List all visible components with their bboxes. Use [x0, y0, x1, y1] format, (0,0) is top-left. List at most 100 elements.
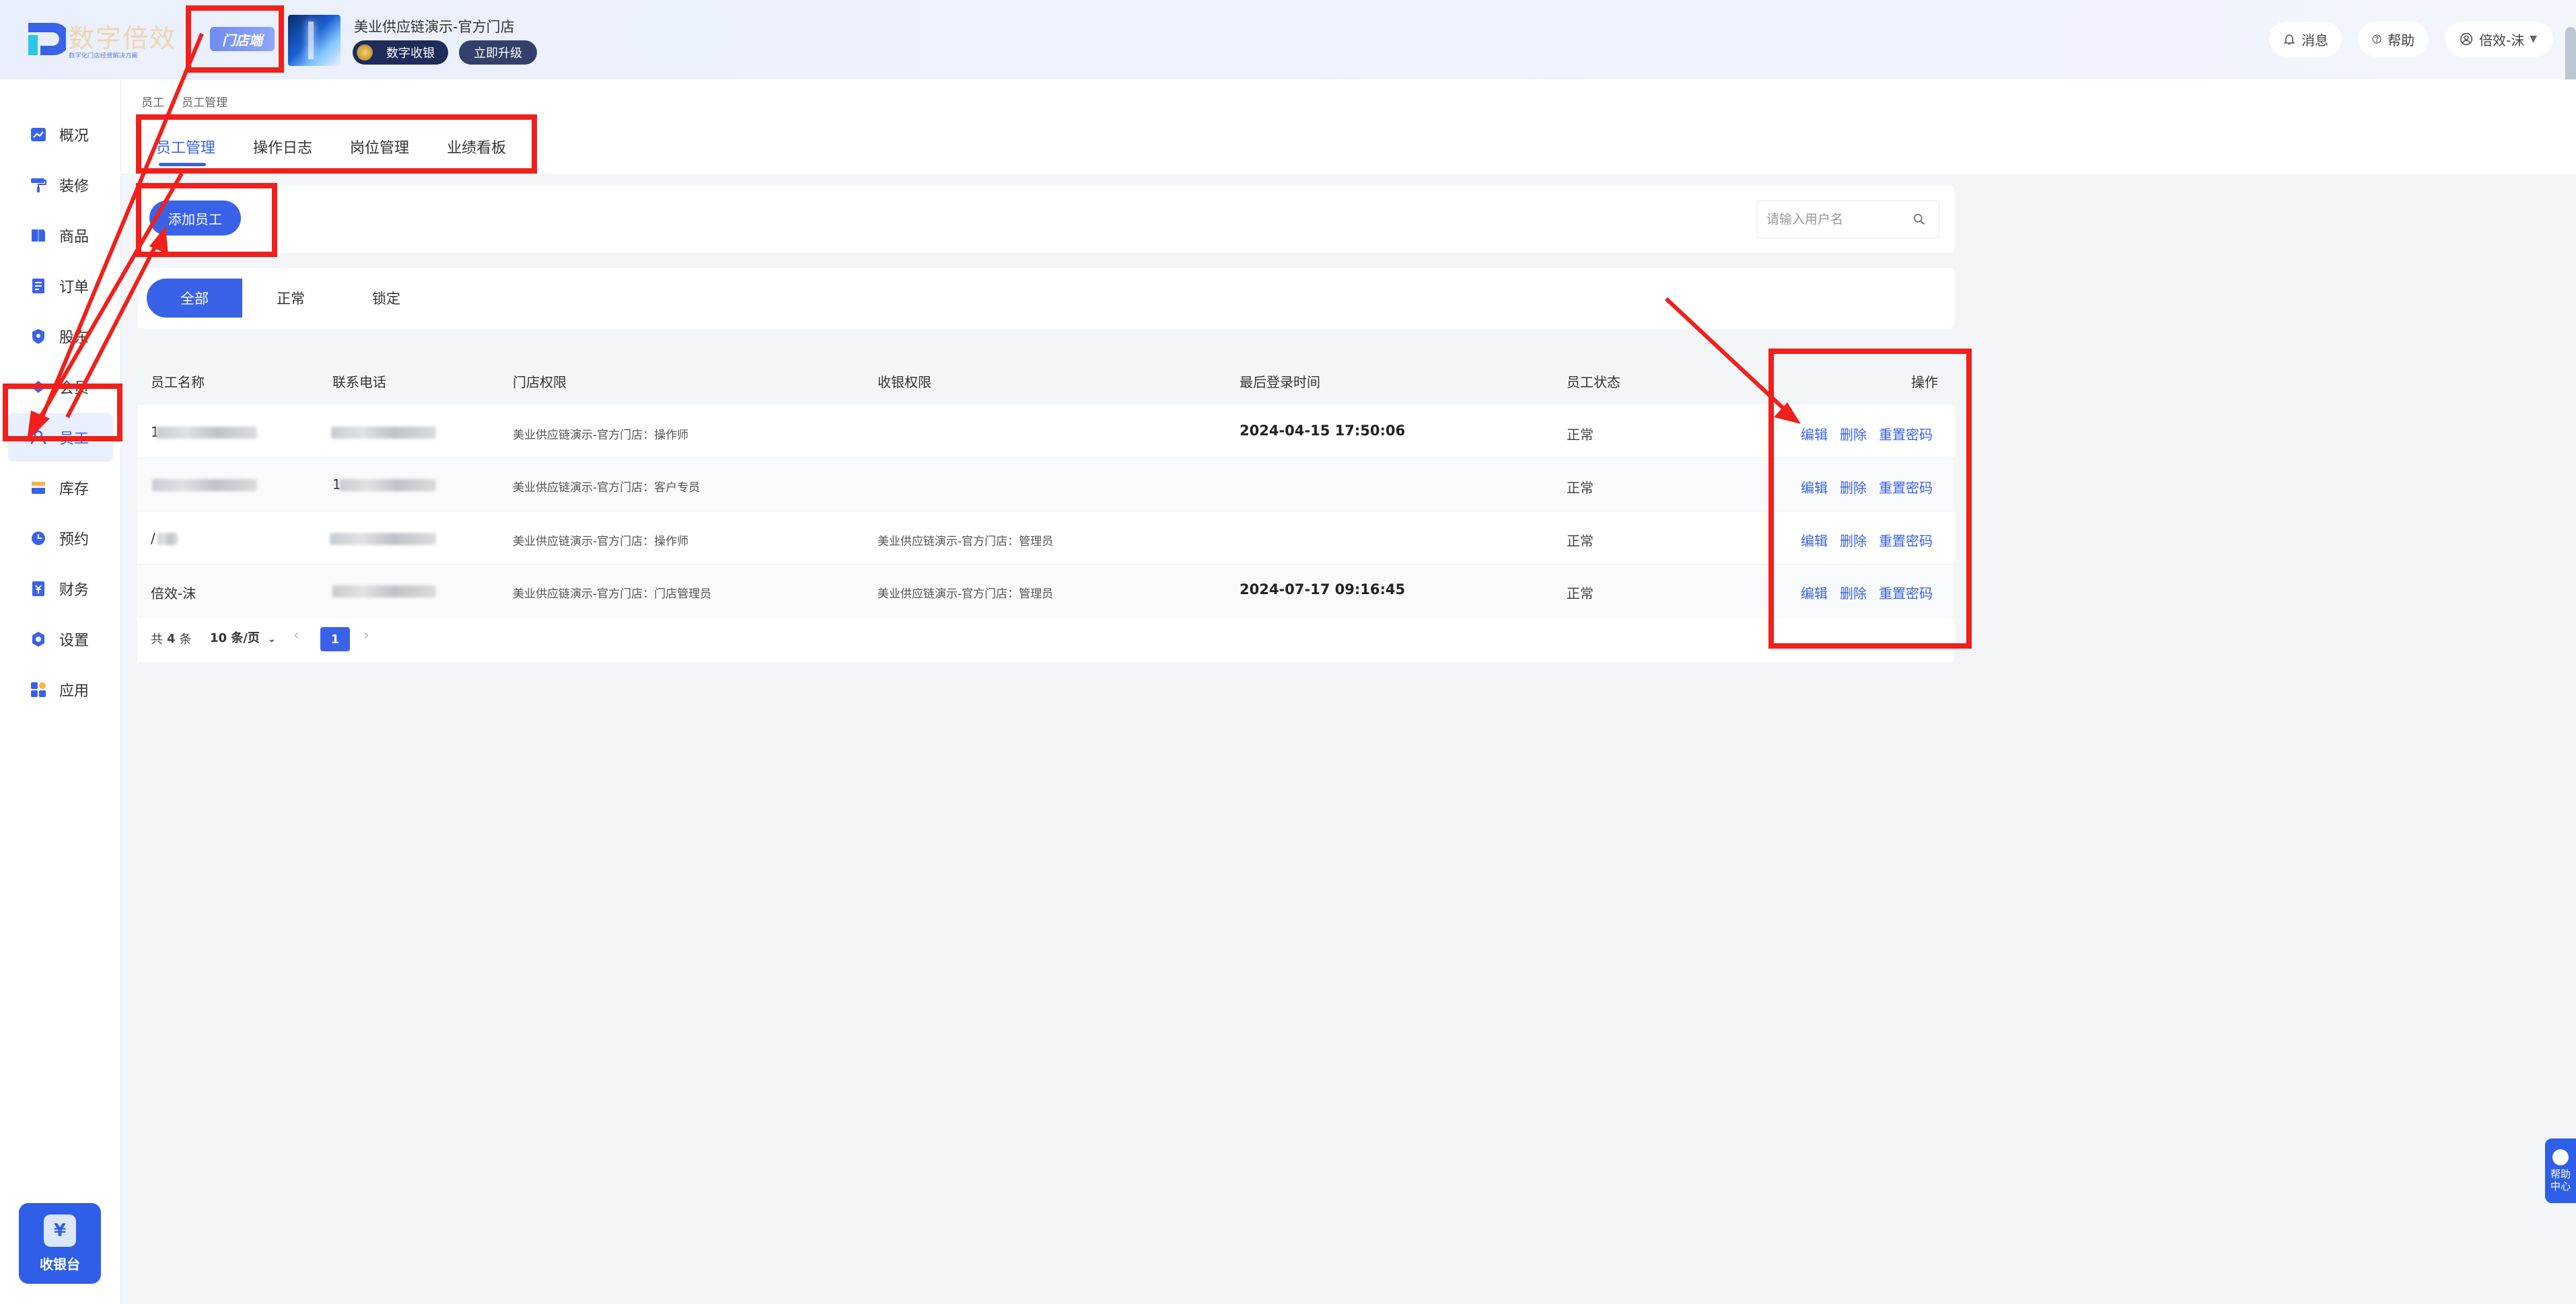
- staff-status: 正常: [1567, 427, 1594, 443]
- help-label: 帮助: [2388, 32, 2414, 48]
- cashier-permission: 美业供应链演示-官方门店：管理员: [878, 535, 1054, 548]
- chat-heart-icon: [2552, 1149, 2569, 1165]
- breadcrumb: 员工 - 员工管理: [141, 93, 227, 110]
- breadcrumb-parent[interactable]: 员工: [141, 96, 164, 110]
- messages-button[interactable]: 消息: [2269, 22, 2342, 57]
- digital-pay-button[interactable]: 数字收银: [353, 40, 448, 65]
- redacted-name: [156, 427, 257, 439]
- sidebar-item-label: 装修: [59, 178, 90, 195]
- sidebar-item-label: 商品: [59, 229, 90, 246]
- paint-roller-icon: [31, 178, 46, 192]
- annotation-box-store-badge: [186, 5, 284, 73]
- help-center-button[interactable]: 帮助 中心: [2545, 1138, 2576, 1203]
- pagination-total: 共4条: [151, 630, 192, 647]
- sidebar-item-label: 库存: [59, 481, 90, 498]
- store-permission: 美业供应链演示-官方门店：操作师: [513, 429, 689, 442]
- cashier-label: 收银台: [40, 1256, 80, 1272]
- annotation-box-staff-menu: [3, 384, 122, 441]
- cashier-button[interactable]: ¥ 收银台: [19, 1203, 101, 1284]
- prev-page-button[interactable]: ‹: [293, 627, 299, 644]
- search-icon[interactable]: [1912, 212, 1927, 227]
- sidebar-item-decoration[interactable]: 装修: [0, 161, 121, 209]
- last-login-time: 2024-07-17 09:16:45: [1240, 581, 1406, 597]
- total-prefix: 共: [151, 632, 163, 647]
- sidebar-item-apps[interactable]: 应用: [0, 665, 121, 714]
- help-center-line1: 帮助: [2550, 1168, 2571, 1180]
- sidebar-item-finance[interactable]: 财务: [0, 565, 121, 613]
- help-button[interactable]: 帮助: [2358, 22, 2428, 57]
- store-permission: 美业供应链演示-官方门店：操作师: [513, 535, 689, 548]
- chart-line-icon: [31, 128, 46, 141]
- redacted-phone: [331, 427, 436, 439]
- annotation-box-tabs: [136, 114, 537, 174]
- sidebar-item-inventory[interactable]: 库存: [0, 464, 121, 512]
- staff-status: 正常: [1567, 480, 1594, 496]
- sidebar-item-label: 订单: [59, 279, 90, 296]
- store-permission: 美业供应链演示-官方门店：客户专员: [513, 481, 701, 495]
- product-icon: [32, 229, 45, 242]
- logo-text: 数字倍效: [69, 24, 177, 53]
- chevron-down-icon: ⌄: [268, 634, 276, 645]
- total-suffix: 条: [179, 632, 192, 647]
- breadcrumb-separator: -: [171, 96, 176, 110]
- sidebar-item-products[interactable]: 商品: [0, 211, 121, 260]
- store-permission: 美业供应链演示-官方门店：门店管理员: [513, 587, 712, 601]
- cashier-permission: 美业供应链演示-官方门店：管理员: [878, 587, 1054, 601]
- help-center-line2: 中心: [2550, 1180, 2571, 1192]
- coin-icon: [357, 44, 373, 61]
- sidebar-item-overview[interactable]: 概况: [0, 110, 121, 159]
- shield-icon: [32, 329, 44, 344]
- page-size-select[interactable]: 10 条/页 ⌄: [210, 628, 276, 646]
- filter-all[interactable]: 全部: [147, 279, 242, 318]
- top-header: 数字倍效 数字化门店经营解决方案 门店端 美业供应链演示-官方门店 数字收银 立…: [0, 0, 2576, 83]
- column-header-last-login: 最后登录时间: [1240, 374, 1320, 390]
- staff-status: 正常: [1567, 533, 1594, 549]
- redacted-name: [157, 533, 178, 545]
- sidebar-item-label: 股东: [59, 330, 90, 347]
- sidebar-item-label: 财务: [59, 582, 90, 599]
- column-header-cashier-permission: 收银权限: [878, 374, 931, 390]
- scrollbar[interactable]: [2565, 27, 2576, 83]
- redacted-phone: [339, 479, 436, 491]
- order-icon: [32, 279, 44, 293]
- sidebar-item-label: 应用: [59, 683, 90, 700]
- sidebar-item-booking[interactable]: 预约: [0, 514, 121, 563]
- staff-name: 倍效-沫: [151, 585, 196, 602]
- brand-logo[interactable]: 数字倍效 数字化门店经营解决方案: [27, 17, 195, 65]
- next-page-button[interactable]: ›: [363, 627, 369, 644]
- apps-grid-icon: [31, 682, 46, 697]
- total-count: 4: [167, 631, 176, 646]
- store-name: 美业供应链演示-官方门店: [354, 19, 515, 35]
- finance-icon: [32, 581, 44, 596]
- sidebar-item-label: 设置: [59, 632, 90, 649]
- logo-subtitle: 数字化门店经营解决方案: [69, 51, 138, 59]
- sidebar-item-shareholders[interactable]: 股东: [0, 312, 121, 361]
- staff-name: /: [151, 530, 155, 546]
- filter-locked[interactable]: 锁定: [354, 279, 419, 318]
- store-thumbnail: [288, 15, 341, 66]
- gear-icon: [32, 632, 44, 647]
- redacted-name: [152, 479, 257, 491]
- column-header-store-permission: 门店权限: [513, 374, 567, 390]
- page-size-value: 10 条/页: [210, 631, 260, 645]
- user-avatar-icon: [2460, 32, 2473, 46]
- toolbar: [137, 186, 1954, 253]
- sidebar-item-orders[interactable]: 订单: [0, 262, 121, 310]
- filter-normal[interactable]: 正常: [258, 279, 323, 318]
- digital-pay-label: 数字收银: [386, 46, 435, 61]
- inventory-icon: [32, 482, 45, 494]
- sidebar-item-settings[interactable]: 设置: [0, 615, 121, 663]
- question-icon: [2372, 34, 2382, 44]
- staff-status: 正常: [1567, 585, 1594, 602]
- last-login-time: 2024-04-15 17:50:06: [1240, 423, 1406, 439]
- user-name: 倍效-沫: [2479, 32, 2525, 48]
- upgrade-button[interactable]: 立即升级: [459, 40, 537, 65]
- user-menu[interactable]: 倍效-沫 ▼: [2445, 22, 2553, 57]
- clock-icon: [32, 532, 45, 545]
- sidebar-item-label: 概况: [59, 128, 90, 145]
- logo-mark-icon: [28, 23, 66, 55]
- search-box: [1756, 201, 1939, 238]
- table-header: [137, 350, 1954, 405]
- page-number-current[interactable]: 1: [320, 627, 350, 651]
- search-input[interactable]: [1766, 208, 1901, 231]
